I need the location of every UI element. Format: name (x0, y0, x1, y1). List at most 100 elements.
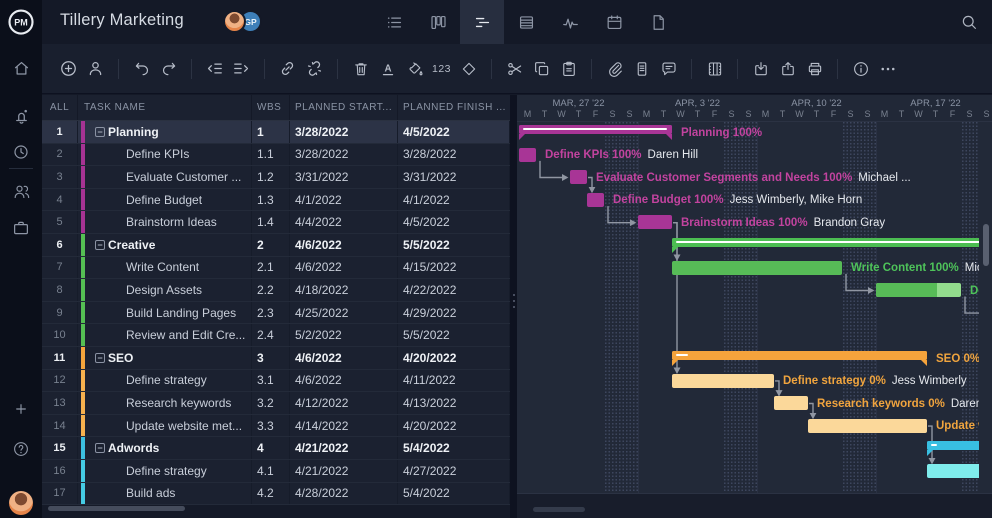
delete-button[interactable] (348, 56, 373, 81)
cell-planned-finish: 4/15/2022 (398, 257, 510, 279)
row-accent-bar (81, 121, 85, 143)
outdent-button[interactable] (202, 56, 227, 81)
tab-sheet-view[interactable] (504, 0, 548, 44)
h-scrollbar-thumb[interactable] (48, 506, 185, 511)
timeline-day-letter: W (910, 109, 927, 119)
sidebar-item-home[interactable] (0, 54, 42, 82)
task-label-text: Define KPIs 100% (545, 149, 642, 161)
table-row[interactable]: 16Define strategy4.14/21/20224/27/2022 (42, 460, 510, 483)
table-row[interactable]: 3Evaluate Customer ...1.23/31/20223/31/2… (42, 166, 510, 189)
row-accent-bar (81, 234, 85, 256)
cell-planned-start: 4/6/2022 (290, 257, 398, 279)
toolbar-divider (118, 59, 119, 79)
indent-button[interactable] (229, 56, 254, 81)
table-row[interactable]: 2Define KPIs1.13/28/20223/28/2022 (42, 144, 510, 167)
table-row[interactable]: 4Define Budget1.34/1/20224/1/2022 (42, 189, 510, 212)
gantt-task-bar[interactable] (672, 374, 774, 388)
collapse-icon[interactable]: − (95, 240, 105, 250)
assign-user-button[interactable] (83, 56, 108, 81)
notes-button[interactable] (629, 56, 654, 81)
tab-activity-view[interactable] (548, 0, 592, 44)
panel-splitter[interactable] (510, 95, 517, 518)
font-color-button[interactable] (375, 56, 400, 81)
milestone-button[interactable] (456, 56, 481, 81)
paste-button[interactable] (556, 56, 581, 81)
table-row[interactable]: 15−Adwords44/21/20225/4/2022 (42, 437, 510, 460)
gantt-task-bar[interactable] (638, 215, 672, 229)
h-scrollbar-thumb[interactable] (533, 507, 585, 512)
v-scrollbar-thumb[interactable] (983, 224, 989, 266)
fill-color-button[interactable] (402, 56, 427, 81)
table-row[interactable]: 11−SEO34/6/20224/20/2022 (42, 347, 510, 370)
column-header-planned-start[interactable]: PLANNED START... (290, 95, 398, 120)
tab-calendar-view[interactable] (592, 0, 636, 44)
pm-logo[interactable]: PM (0, 6, 42, 38)
table-row[interactable]: 6−Creative24/6/20225/5/2022 (42, 234, 510, 257)
comment-button[interactable] (656, 56, 681, 81)
table-row[interactable]: 13Research keywords3.24/12/20224/13/2022 (42, 392, 510, 415)
tab-gantt-view[interactable] (460, 0, 504, 44)
table-row[interactable]: 7Write Content2.14/6/20224/15/2022 (42, 257, 510, 280)
collapse-icon[interactable]: − (95, 127, 105, 137)
gantt-toolbar: 123 (42, 44, 992, 94)
tab-board-view[interactable] (416, 0, 460, 44)
cell-row-number: 10 (42, 324, 78, 346)
link-tasks-button[interactable] (275, 56, 300, 81)
column-header-wbs[interactable]: WBS (252, 95, 290, 120)
search-button[interactable] (960, 13, 978, 31)
info-button[interactable] (848, 56, 873, 81)
sidebar-item-portfolio[interactable] (0, 214, 42, 242)
table-row[interactable]: 5Brainstorm Ideas1.44/4/20224/5/2022 (42, 211, 510, 234)
task-label-text: Update website met... (936, 420, 979, 432)
print-button[interactable] (802, 56, 827, 81)
member-avatar-photo[interactable] (223, 10, 246, 33)
number-format-button[interactable]: 123 (429, 56, 454, 81)
export-button[interactable] (775, 56, 800, 81)
sidebar-item-add[interactable] (0, 395, 42, 423)
table-row[interactable]: 9Build Landing Pages2.34/25/20224/29/202… (42, 302, 510, 325)
collapse-icon[interactable]: − (95, 443, 105, 453)
add-task-button[interactable] (56, 56, 81, 81)
tab-list-view[interactable] (372, 0, 416, 44)
table-row[interactable]: 10Review and Edit Cre...2.45/2/20225/5/2… (42, 324, 510, 347)
sidebar-item-help[interactable] (0, 435, 42, 463)
gantt-summary-bar[interactable] (672, 351, 927, 360)
collapse-icon[interactable]: − (95, 353, 105, 363)
cell-row-number: 7 (42, 257, 78, 279)
sidebar-item-team[interactable] (0, 177, 42, 205)
gantt-summary-bar[interactable] (927, 441, 979, 450)
gantt-task-bar[interactable] (672, 261, 842, 275)
sidebar-item-recent[interactable] (0, 138, 42, 166)
table-row[interactable]: 8Design Assets2.24/18/20224/22/2022 (42, 279, 510, 302)
attachment-button[interactable] (602, 56, 627, 81)
sidebar-item-notifications[interactable] (0, 102, 42, 130)
gantt-task-bar[interactable] (587, 193, 604, 207)
gantt-task-bar[interactable] (774, 396, 808, 410)
unlink-tasks-button[interactable] (302, 56, 327, 81)
cut-button[interactable] (502, 56, 527, 81)
table-row[interactable]: 12Define strategy3.14/6/20224/11/2022 (42, 370, 510, 393)
table-row[interactable]: 1−Planning13/28/20224/5/2022 (42, 121, 510, 144)
gantt-summary-bar[interactable] (672, 238, 979, 247)
more-button[interactable] (875, 56, 900, 81)
toolbar-divider (491, 59, 492, 79)
column-header-task-name[interactable]: TASK NAME (78, 95, 252, 120)
gantt-task-bar[interactable] (876, 283, 961, 297)
column-header-planned-finish[interactable]: PLANNED FINISH ... (398, 95, 510, 120)
columns-button[interactable] (702, 56, 727, 81)
person-icon (86, 59, 105, 78)
table-row[interactable]: 17Build ads4.24/28/20225/4/2022 (42, 483, 510, 506)
user-avatar[interactable] (9, 491, 33, 515)
import-button[interactable] (748, 56, 773, 81)
gantt-task-bar[interactable] (927, 464, 979, 478)
table-row[interactable]: 14Update website met...3.34/14/20224/20/… (42, 415, 510, 438)
gantt-task-bar[interactable] (808, 419, 927, 433)
gantt-task-bar[interactable] (570, 170, 587, 184)
undo-button[interactable] (129, 56, 154, 81)
gantt-summary-bar[interactable] (519, 125, 672, 134)
tab-docs-view[interactable] (636, 0, 680, 44)
copy-button[interactable] (529, 56, 554, 81)
column-header-all[interactable]: ALL (42, 95, 78, 120)
redo-button[interactable] (156, 56, 181, 81)
gantt-task-bar[interactable] (519, 148, 536, 162)
